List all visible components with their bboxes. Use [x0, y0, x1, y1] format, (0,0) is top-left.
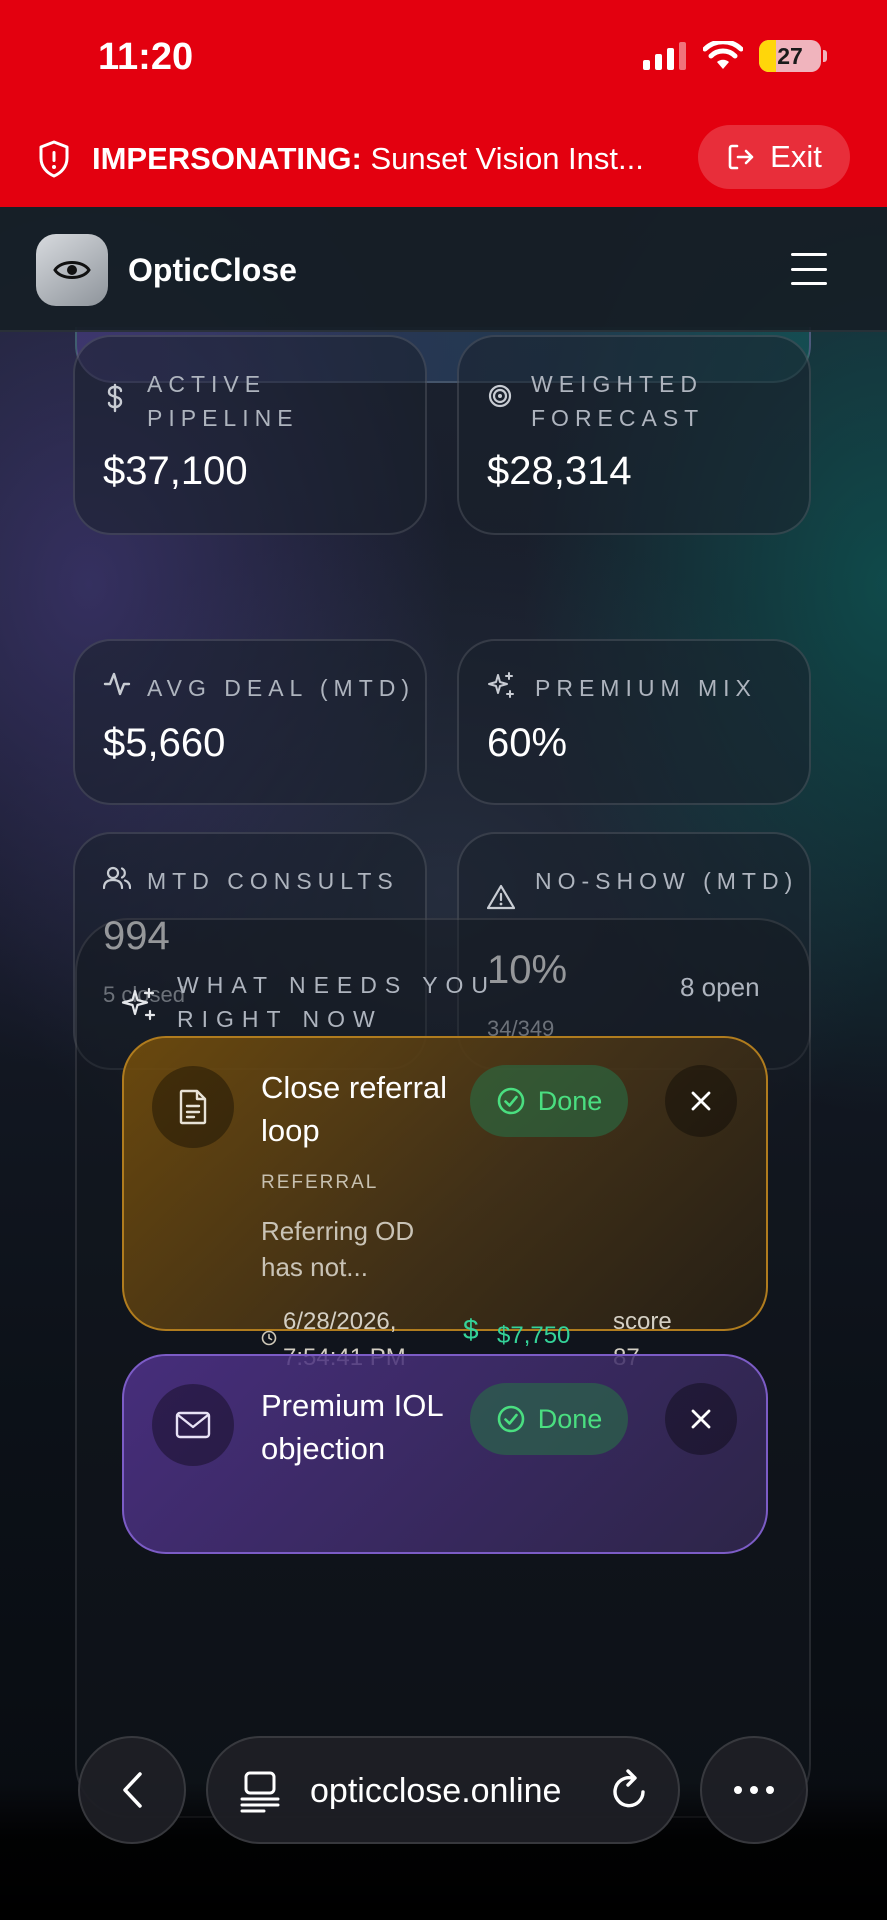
address-bar[interactable]: opticclose.online: [206, 1736, 680, 1844]
stat-label: ACTIVE PIPELINE: [147, 371, 299, 431]
done-label: Done: [537, 1403, 603, 1434]
app-logo[interactable]: [36, 234, 108, 306]
document-icon: [179, 1089, 207, 1125]
needs-attention-panel: WHAT NEEDS YOU RIGHT NOW 8 open Close re…: [75, 918, 811, 1818]
shield-alert-icon: [39, 140, 69, 178]
reload-icon[interactable]: [610, 1768, 650, 1812]
dismiss-button[interactable]: [665, 1383, 737, 1455]
cellular-signal-icon: [643, 42, 686, 70]
status-bar: 11:20 27: [0, 0, 887, 118]
sparkles-icon: [121, 987, 156, 1021]
stat-label: PREMIUM MIX: [535, 675, 757, 701]
more-options-button[interactable]: [700, 1736, 808, 1844]
brand-name[interactable]: OpticClose: [128, 252, 297, 289]
dollar-icon: [107, 383, 123, 413]
activity-icon: [103, 672, 131, 696]
task-category: REFERRAL: [261, 1172, 379, 1193]
stat-label: AVG DEAL (MTD): [147, 675, 416, 701]
stat-value: $37,100: [103, 449, 248, 493]
stat-label: MTD CONSULTS: [147, 868, 399, 894]
battery-level: 27: [777, 42, 803, 69]
stat-card-weighted-forecast: WEIGHTED FORECAST $28,314: [457, 335, 811, 535]
check-circle-icon: [497, 1087, 525, 1115]
status-time: 11:20: [98, 36, 194, 78]
browser-toolbar: opticclose.online: [0, 1736, 887, 1920]
close-icon: [691, 1091, 711, 1111]
task-card[interactable]: Premium IOL objection Done: [122, 1354, 768, 1554]
done-button[interactable]: Done: [470, 1065, 628, 1137]
done-button[interactable]: Done: [470, 1383, 628, 1455]
stat-label: NO-SHOW (MTD): [535, 868, 799, 894]
app-content: OpticClose ACTIVE PIPELINE $37,100 WEIGH…: [0, 207, 887, 1920]
sparkles-icon: [488, 672, 514, 698]
stat-card-avg-deal: AVG DEAL (MTD) $5,660: [73, 639, 427, 805]
stat-value: $5,660: [103, 721, 226, 765]
battery-indicator: 27: [759, 40, 821, 72]
task-icon: [152, 1066, 234, 1148]
open-count: 8 open: [680, 972, 760, 1002]
chevron-left-icon: [123, 1772, 142, 1808]
task-icon: [152, 1384, 234, 1466]
done-label: Done: [537, 1085, 603, 1116]
close-icon: [691, 1409, 711, 1429]
exit-impersonation-button[interactable]: Exit: [698, 125, 850, 189]
target-icon: [488, 384, 512, 408]
task-card[interactable]: Close referral loop Done REFERRAL Referr…: [122, 1036, 768, 1371]
dismiss-button[interactable]: [665, 1065, 737, 1137]
task-amount: $7,750: [497, 1322, 571, 1349]
stat-label: WEIGHTED FORECAST: [531, 371, 705, 431]
check-circle-icon: [497, 1405, 525, 1433]
stat-value: $28,314: [487, 449, 632, 493]
wifi-icon: [703, 41, 743, 69]
url-text: opticclose.online: [310, 1772, 562, 1810]
needs-title: WHAT NEEDS YOU RIGHT NOW: [177, 972, 497, 1032]
impersonation-name: Sunset Vision Inst...: [370, 141, 644, 176]
impersonation-text: IMPERSONATING: Sunset Vision Inst...: [92, 141, 672, 177]
back-button[interactable]: [78, 1736, 186, 1844]
eye-icon: [53, 261, 91, 279]
menu-button[interactable]: [791, 253, 827, 285]
task-title: Premium IOL objection: [261, 1388, 443, 1466]
stat-value: 60%: [487, 721, 568, 765]
tabs-icon: [240, 1771, 280, 1813]
task-title: Close referral loop: [261, 1070, 448, 1148]
task-description: Referring OD has not...: [261, 1216, 415, 1282]
dollar-icon: $: [463, 1314, 479, 1345]
exit-label: Exit: [770, 139, 822, 174]
clock-icon: [261, 1330, 277, 1346]
impersonation-banner: IMPERSONATING: Sunset Vision Inst... Exi…: [0, 118, 887, 207]
stat-card-active-pipeline: ACTIVE PIPELINE $37,100: [73, 335, 427, 535]
impersonation-label: IMPERSONATING:: [92, 141, 362, 176]
alert-triangle-icon: [487, 884, 515, 910]
log-out-icon: [728, 144, 754, 170]
stat-card-premium-mix: PREMIUM MIX 60%: [457, 639, 811, 805]
status-icons: 27: [643, 40, 827, 72]
app-header: OpticClose: [0, 207, 887, 332]
users-icon: [103, 866, 131, 890]
mail-icon: [175, 1411, 211, 1439]
